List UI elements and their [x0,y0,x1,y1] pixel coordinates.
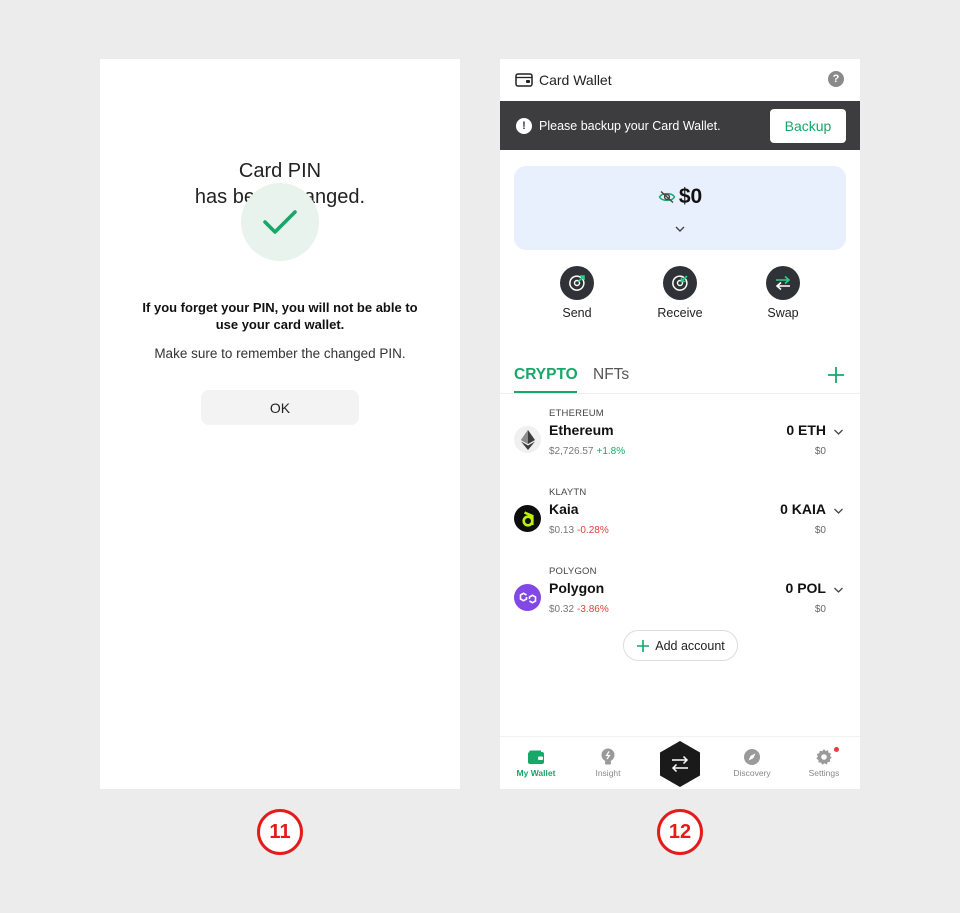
step-badge-12: 12 [657,809,703,855]
chevron-down-icon[interactable] [673,224,687,234]
send-icon [560,266,594,300]
swap-hex-icon[interactable] [658,740,702,788]
ethereum-icon [514,426,541,453]
backup-banner: ! Please backup your Card Wallet. Backup [500,101,860,150]
swap-button[interactable]: Swap [753,266,813,320]
add-account-button[interactable]: Add account [623,630,738,661]
tabs-divider [500,393,860,394]
step-badge-11: 11 [257,809,303,855]
tab-nfts[interactable]: NFTs [593,366,629,384]
nav-settings[interactable]: Settings [794,747,854,778]
wallet-card-icon [515,73,533,87]
plus-icon [637,639,650,652]
asset-name: Ethereum [549,422,614,438]
bottom-navigation: My Wallet Insight Discovery Settings [500,736,860,789]
success-check-icon [241,183,319,261]
asset-network: KLAYTN [549,487,587,498]
nav-discovery[interactable]: Discovery [722,748,782,778]
card-wallet-screen: Card Wallet ? ! Please backup your Card … [500,59,860,789]
total-balance: $0 [678,185,703,208]
asset-usd-value: $0 [814,525,826,536]
chevron-down-icon[interactable] [833,507,844,515]
asset-network: POLYGON [549,566,597,577]
kaia-icon [514,505,541,532]
bulb-icon [578,748,638,766]
help-icon[interactable]: ? [828,71,844,87]
page-title: Card Wallet [539,72,612,88]
asset-change: +1.8% [596,446,626,457]
asset-amount: 0 KAIA [780,501,826,517]
app-header: Card Wallet ? [500,59,860,101]
notification-dot [834,747,839,752]
chevron-down-icon[interactable] [833,428,844,436]
asset-row-ethereum[interactable]: ETHEREUM Ethereum $2,726.57 +1.8% 0 ETH $… [500,408,860,478]
asset-change: -3.86% [577,604,609,615]
asset-amount: 0 POL [785,580,826,596]
asset-usd-value: $0 [814,604,826,615]
polygon-icon [514,584,541,611]
gear-icon [794,747,854,766]
asset-network: ETHEREUM [549,408,604,419]
receive-button[interactable]: Receive [650,266,710,320]
add-token-plus-icon[interactable] [826,365,846,385]
pin-remember-text: Make sure to remember the changed PIN. [154,346,406,361]
wallet-icon [506,748,566,766]
alert-icon: ! [516,117,532,134]
asset-price: $0.13 -0.28% [549,525,609,536]
ok-button[interactable]: OK [201,390,359,425]
tab-crypto[interactable]: CRYPTO [514,366,578,384]
asset-change: -0.28% [577,525,609,536]
asset-row-polygon[interactable]: POLYGON Polygon $0.32 -3.86% 0 POL $0 [500,566,860,636]
eye-off-icon[interactable] [658,190,676,204]
asset-amount: 0 ETH [786,422,826,438]
asset-price: $0.32 -3.86% [549,604,609,615]
send-button[interactable]: Send [547,266,607,320]
asset-row-kaia[interactable]: KLAYTN Kaia $0.13 -0.28% 0 KAIA $0 [500,487,860,557]
backup-button[interactable]: Backup [770,109,846,143]
swap-icon [766,266,800,300]
receive-icon [663,266,697,300]
asset-name: Kaia [549,501,579,517]
asset-price: $2,726.57 +1.8% [549,446,626,457]
chevron-down-icon[interactable] [833,586,844,594]
asset-name: Polygon [549,580,605,596]
balance-card: $0 [514,166,846,250]
compass-icon [722,748,782,766]
nav-insight[interactable]: Insight [578,748,638,778]
pin-warning-text: If you forget your PIN, you will not be … [142,300,418,332]
asset-usd-value: $0 [814,446,826,457]
banner-text: Please backup your Card Wallet. [539,118,721,133]
pin-changed-screen: Card PIN has been changed. If you forget… [100,59,460,789]
nav-my-wallet[interactable]: My Wallet [506,748,566,778]
